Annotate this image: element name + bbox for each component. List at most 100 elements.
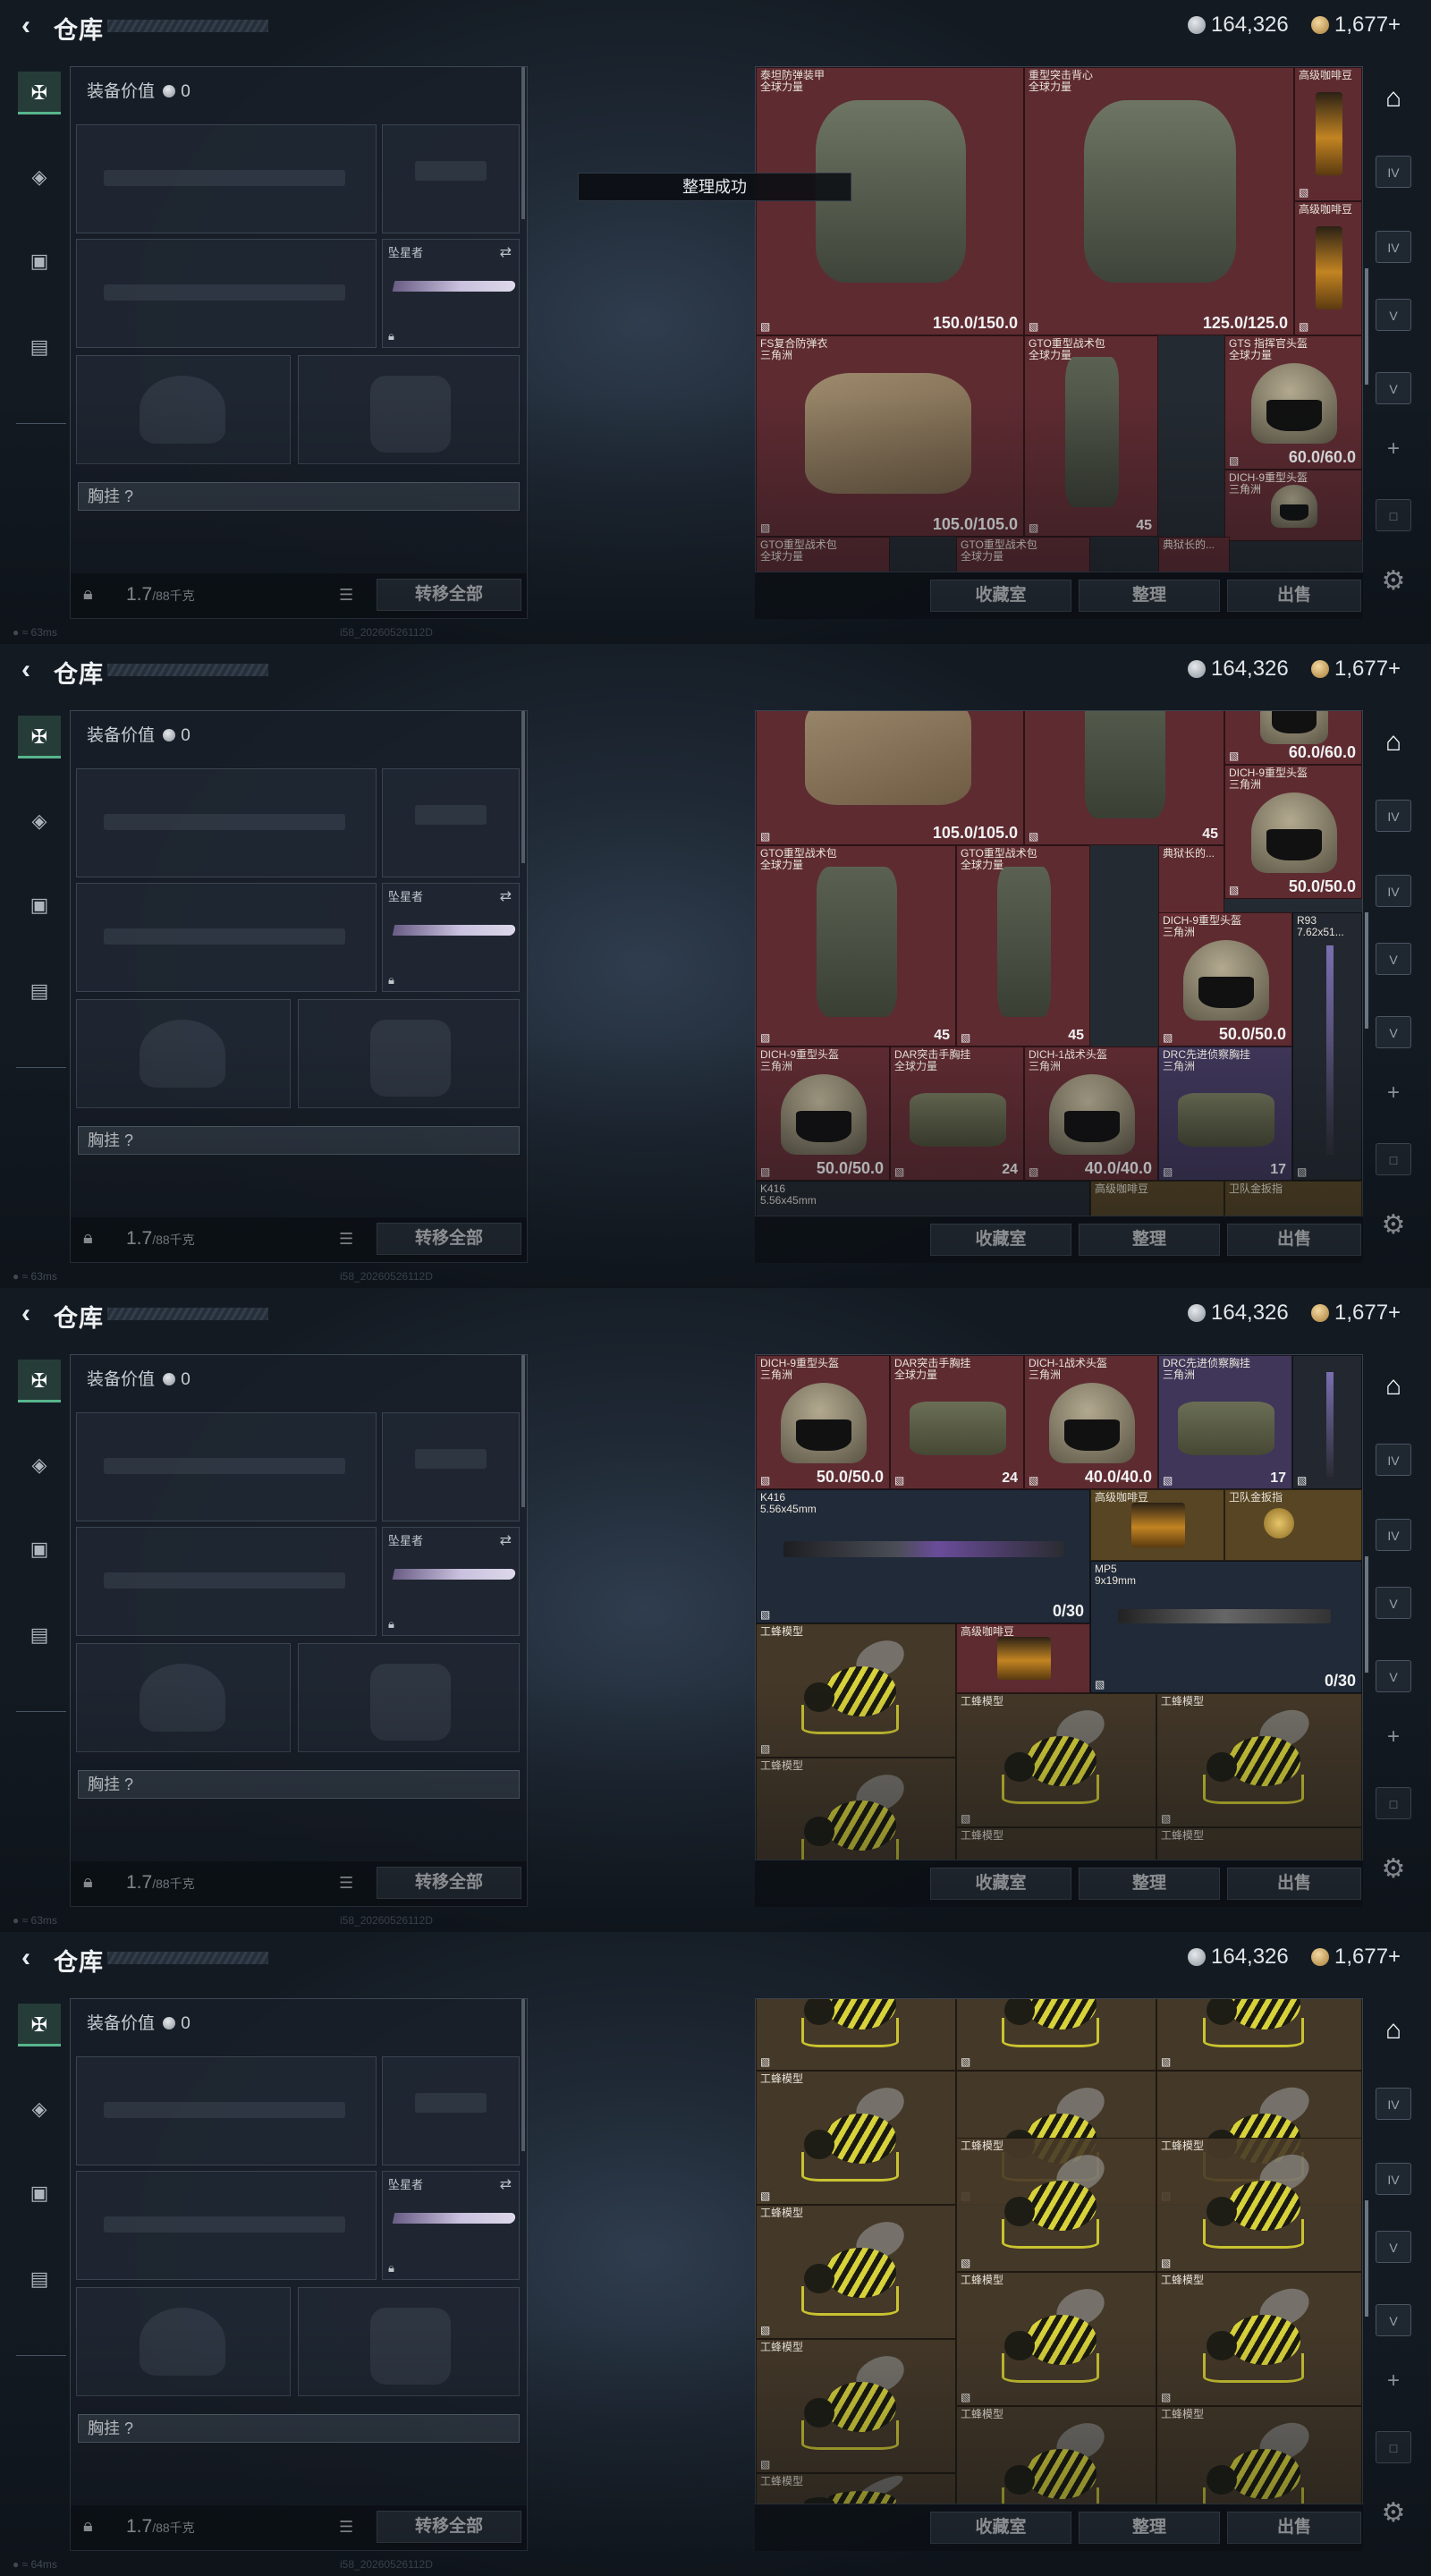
equipment-scrollbar[interactable]	[521, 1999, 525, 2151]
armor-slot[interactable]	[298, 355, 520, 464]
storage-page-icon[interactable]: V	[1376, 2304, 1411, 2336]
storage-page-icon[interactable]: □	[1376, 499, 1411, 531]
storage-item-cell[interactable]: 工蜂模型▧	[956, 2272, 1156, 2406]
tab-helmet-icon[interactable]: ◈	[18, 1444, 61, 1487]
chest-rig-help-icon[interactable]: ?	[124, 1131, 133, 1149]
storage-item-cell[interactable]: 工蜂模型▧	[1156, 1693, 1362, 1827]
storage-item-cell[interactable]: 工蜂模型▧	[956, 1693, 1156, 1827]
storage-item-cell[interactable]: 工蜂模型▧	[956, 2406, 1156, 2504]
tab-weapons[interactable]: ✠	[18, 2004, 61, 2046]
storage-item-cell[interactable]: 105.0/105.0 ▧	[756, 711, 1024, 845]
tab-backpack-icon[interactable]: ▤	[18, 2258, 61, 2301]
tab-helmet-icon[interactable]: ◈	[18, 156, 61, 199]
sort-button[interactable]: 整理	[1079, 1868, 1220, 1900]
storage-item-cell[interactable]: DRC先进侦察胸挂 三角洲 17 ▧	[1158, 1355, 1292, 1489]
storage-item-cell[interactable]: DICH-9重型头盔 三角洲 50.0/50.0 ▧	[1224, 765, 1362, 899]
list-icon[interactable]: ☰	[339, 1230, 353, 1249]
secondary-weapon-slot[interactable]	[76, 1527, 377, 1636]
pistol-slot[interactable]	[382, 2056, 520, 2165]
lock-icon[interactable]: 🔒︎	[83, 2516, 103, 2538]
swap-icon[interactable]: ⇄	[500, 1531, 512, 1549]
storage-scrollbar[interactable]	[1365, 1556, 1368, 1673]
transfer-all-button[interactable]: 转移全部	[377, 1223, 521, 1255]
sort-button[interactable]: 整理	[1079, 580, 1220, 612]
gear-icon[interactable]: ⚙	[1377, 1853, 1410, 1885]
swap-icon[interactable]: ⇄	[500, 243, 512, 261]
storage-page-icon[interactable]: IV	[1376, 1444, 1411, 1476]
storage-item-cell[interactable]: 工蜂模型▧	[956, 1999, 1156, 2071]
melee-slot[interactable]: 坠星者 ⇄ 🔒︎	[382, 883, 520, 992]
storage-item-cell[interactable]: 工蜂模型	[756, 2473, 956, 2504]
home-storage-icon[interactable]: ⌂	[1376, 726, 1411, 758]
storage-item-cell[interactable]: DAR突击手胸挂 全球力量 24 ▧	[890, 1046, 1024, 1181]
tab-armor-icon[interactable]: ▣	[18, 884, 61, 927]
primary-weapon-slot[interactable]	[76, 2056, 377, 2165]
gear-icon[interactable]: ⚙	[1377, 1209, 1410, 1241]
swap-icon[interactable]: ⇄	[500, 887, 512, 905]
storage-item-cell[interactable]: K416 5.56x45mm 0/30 ▧	[756, 1489, 1090, 1623]
sell-button[interactable]: 出售	[1227, 2512, 1361, 2544]
tab-armor-icon[interactable]: ▣	[18, 2172, 61, 2215]
chest-rig-slot[interactable]: 胸挂 ?	[78, 2414, 520, 2443]
storage-item-cell[interactable]: GTS 指挥官头盔 全球力量 60.0/60.0 ▧	[1224, 335, 1362, 470]
add-page-icon[interactable]: +	[1376, 433, 1411, 465]
storage-item-cell[interactable]: GTO重型战术包 全球力量 45 ▧	[756, 845, 956, 1046]
back-arrow-icon[interactable]: ‹	[13, 657, 39, 683]
storage-page-icon[interactable]: IV	[1376, 875, 1411, 907]
storage-page-icon[interactable]: □	[1376, 1143, 1411, 1175]
back-arrow-icon[interactable]: ‹	[13, 1301, 39, 1327]
helmet-slot[interactable]	[76, 999, 291, 1108]
back-arrow-icon[interactable]: ‹	[13, 1945, 39, 1971]
gear-icon[interactable]: ⚙	[1377, 565, 1410, 597]
tab-armor-icon[interactable]: ▣	[18, 240, 61, 283]
collection-room-button[interactable]: 收藏室	[930, 1224, 1071, 1256]
collection-room-button[interactable]: 收藏室	[930, 2512, 1071, 2544]
storage-item-cell[interactable]: 典狱长的...	[1158, 537, 1230, 572]
storage-page-icon[interactable]: V	[1376, 299, 1411, 331]
chest-rig-slot[interactable]: 胸挂 ?	[78, 1126, 520, 1155]
storage-item-cell[interactable]: DICH-9重型头盔 三角洲	[1224, 470, 1362, 541]
gold-currency[interactable]: 1,677+	[1311, 1945, 1401, 1970]
storage-item-cell[interactable]: DICH-9重型头盔 三角洲 50.0/50.0 ▧	[756, 1355, 890, 1489]
pistol-slot[interactable]	[382, 768, 520, 877]
storage-scrollbar[interactable]	[1365, 912, 1368, 1029]
helmet-slot[interactable]	[76, 2287, 291, 2396]
storage-item-cell[interactable]: DICH-1战术头盔 三角洲 40.0/40.0 ▧	[1024, 1355, 1158, 1489]
lock-icon[interactable]: 🔒︎	[83, 584, 103, 606]
home-storage-icon[interactable]: ⌂	[1376, 2014, 1411, 2046]
storage-item-cell[interactable]: 工蜂模型▧	[956, 2138, 1156, 2272]
gold-currency[interactable]: 1,677+	[1311, 657, 1401, 682]
tab-weapons[interactable]: ✠	[18, 72, 61, 114]
lock-icon[interactable]: 🔒︎	[83, 1228, 103, 1250]
melee-slot[interactable]: 坠星者 ⇄ 🔒︎	[382, 239, 520, 348]
melee-slot[interactable]: 坠星者 ⇄ 🔒︎	[382, 2171, 520, 2280]
storage-item-cell[interactable]: K416 5.56x45mm	[756, 1181, 1090, 1216]
gold-currency[interactable]: 1,677+	[1311, 13, 1401, 38]
secondary-weapon-slot[interactable]	[76, 883, 377, 992]
collection-room-button[interactable]: 收藏室	[930, 580, 1071, 612]
storage-page-icon[interactable]: IV	[1376, 2163, 1411, 2195]
storage-item-cell[interactable]: DICH-9重型头盔 三角洲 50.0/50.0 ▧	[756, 1046, 890, 1181]
storage-item-cell[interactable]: 工蜂模型▧	[1156, 2406, 1362, 2504]
gear-icon[interactable]: ⚙	[1377, 2497, 1410, 2529]
secondary-weapon-slot[interactable]	[76, 2171, 377, 2280]
storage-scrollbar[interactable]	[1365, 2200, 1368, 2317]
storage-item-cell[interactable]: GTO重型战术包 全球力量	[756, 537, 890, 572]
storage-page-icon[interactable]: IV	[1376, 2088, 1411, 2120]
swap-icon[interactable]: ⇄	[500, 2175, 512, 2193]
gold-currency[interactable]: 1,677+	[1311, 1301, 1401, 1326]
storage-item-cell[interactable]: FS复合防弹衣 三角洲 105.0/105.0 ▧	[756, 335, 1024, 537]
storage-item-cell[interactable]: 高级咖啡豆 ▧	[1294, 67, 1362, 201]
add-page-icon[interactable]: +	[1376, 2365, 1411, 2397]
equipment-scrollbar[interactable]	[521, 1355, 525, 1507]
storage-item-cell[interactable]: GTO重型战术包 全球力量 45 ▧	[956, 845, 1090, 1046]
storage-item-cell[interactable]: DICH-1战术头盔 三角洲 40.0/40.0 ▧	[1024, 1046, 1158, 1181]
primary-weapon-slot[interactable]	[76, 768, 377, 877]
tab-weapons[interactable]: ✠	[18, 1360, 61, 1402]
helmet-slot[interactable]	[76, 355, 291, 464]
storage-page-icon[interactable]: V	[1376, 943, 1411, 975]
storage-page-icon[interactable]: IV	[1376, 156, 1411, 188]
storage-item-cell[interactable]: 高级咖啡豆	[1090, 1489, 1224, 1561]
tab-backpack-icon[interactable]: ▤	[18, 326, 61, 369]
add-page-icon[interactable]: +	[1376, 1077, 1411, 1109]
